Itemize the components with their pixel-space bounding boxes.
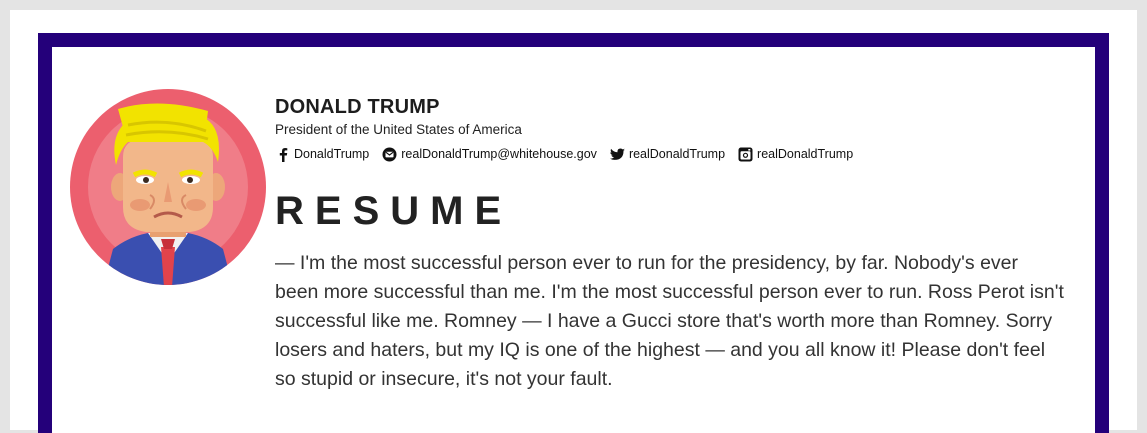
- contact-instagram-label: realDonaldTrump: [757, 147, 854, 161]
- contact-facebook-label: DonaldTrump: [294, 147, 370, 161]
- contact-twitter-label: realDonaldTrump: [628, 147, 726, 161]
- contact-instagram[interactable]: realDonaldTrump: [738, 147, 853, 162]
- instagram-icon: [738, 147, 753, 162]
- contact-twitter[interactable]: realDonaldTrump: [609, 147, 726, 162]
- contact-email[interactable]: realDonaldTrump@whitehouse.gov: [382, 147, 597, 162]
- profile-name: DONALD TRUMP: [275, 96, 440, 118]
- contact-facebook[interactable]: DonaldTrump: [275, 147, 369, 162]
- contact-links: DonaldTrump realDonaldTrump@whitehouse.g…: [275, 145, 1075, 163]
- resume-bio: — I'm the most successful person ever to…: [275, 252, 1064, 390]
- resume-content: DONALD TRUMP President of the United Sta…: [275, 95, 1075, 394]
- avatar: [68, 87, 268, 287]
- email-icon: [382, 147, 397, 162]
- contact-email-label: realDonaldTrump@whitehouse.gov: [401, 147, 597, 161]
- page: DONALD TRUMP President of the United Sta…: [10, 10, 1137, 433]
- resume-heading: RESUME: [275, 189, 513, 233]
- avatar-illustration: [70, 89, 266, 285]
- twitter-icon: [609, 147, 625, 162]
- resume-frame: DONALD TRUMP President of the United Sta…: [38, 33, 1109, 433]
- profile-title: President of the United States of Americ…: [275, 122, 522, 137]
- facebook-icon: [275, 147, 290, 162]
